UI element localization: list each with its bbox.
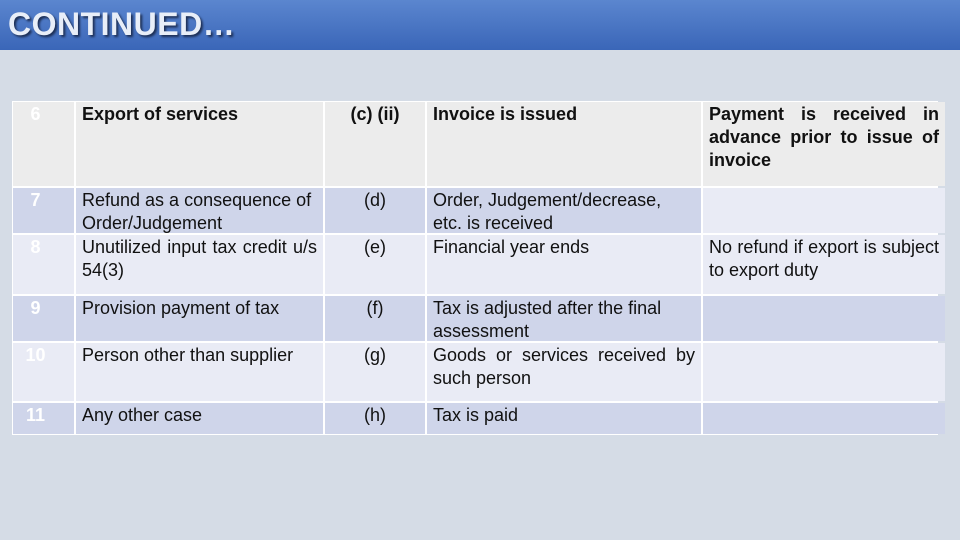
condition-cell (703, 403, 945, 434)
case-cell: Person other than supplier (76, 343, 323, 401)
refund-table: 6 Export of services (c) (ii) Invoice is… (12, 101, 945, 435)
event-cell: Goods or services received by such perso… (427, 343, 701, 401)
clause-cell: (h) (325, 403, 425, 434)
case-cell: Unutilized input tax credit u/s 54(3) (76, 235, 323, 294)
condition-cell (703, 343, 945, 401)
row-number: 6 (13, 102, 74, 186)
clause-cell: (d) (325, 188, 425, 233)
condition-cell: No refund if export is subject to export… (703, 235, 945, 294)
clause-cell: (f) (325, 296, 425, 341)
clause-cell: (c) (ii) (325, 102, 425, 186)
condition-cell: Payment is received in advance prior to … (703, 102, 945, 186)
condition-cell (703, 188, 945, 233)
event-cell: Financial year ends (427, 235, 701, 294)
row-number: 8 (13, 235, 74, 294)
case-cell: Refund as a consequence of Order/Judgeme… (76, 188, 323, 233)
clause-cell: (g) (325, 343, 425, 401)
event-cell: Order, Judgement/decrease, etc. is recei… (427, 188, 701, 233)
case-cell: Provision payment of tax (76, 296, 323, 341)
row-number: 10 (13, 343, 74, 401)
slide-title: CONTINUED… (8, 6, 236, 42)
row-number: 9 (13, 296, 74, 341)
case-cell: Any other case (76, 403, 323, 434)
row-number: 11 (13, 403, 74, 434)
event-cell: Tax is adjusted after the final assessme… (427, 296, 701, 341)
case-cell: Export of services (76, 102, 323, 186)
event-cell: Invoice is issued (427, 102, 701, 186)
header-bar: CONTINUED… (0, 0, 960, 50)
clause-cell: (e) (325, 235, 425, 294)
event-cell: Tax is paid (427, 403, 701, 434)
condition-cell (703, 296, 945, 341)
row-number: 7 (13, 188, 74, 233)
